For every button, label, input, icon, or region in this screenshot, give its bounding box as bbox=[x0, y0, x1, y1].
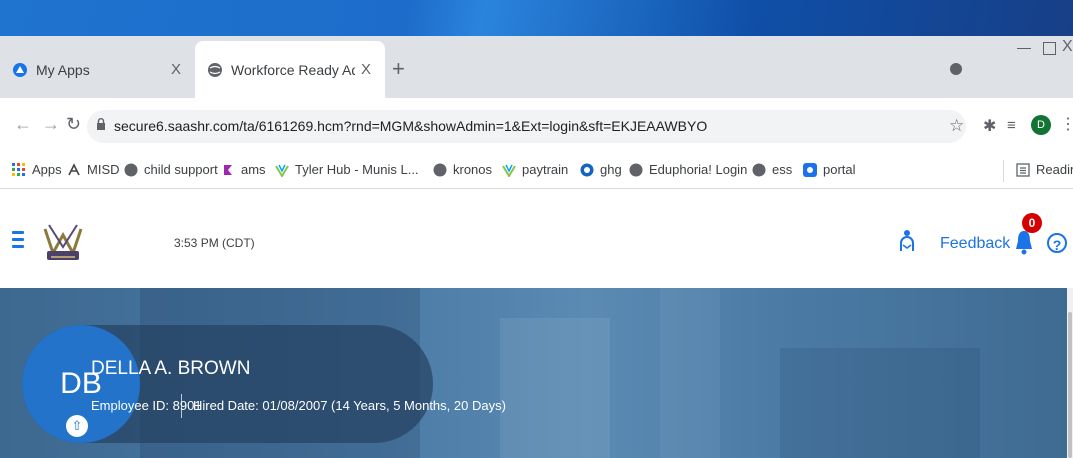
browser-menu-icon[interactable]: ⋮ bbox=[1060, 114, 1073, 134]
company-logo bbox=[43, 224, 83, 260]
bookmark-label: child support bbox=[144, 162, 218, 177]
bookmark-portal[interactable]: portal bbox=[803, 162, 856, 177]
tab-label: Workforce Ready Admin bbox=[231, 61, 355, 78]
bookmark-label: portal bbox=[823, 162, 856, 177]
bookmark-child-support[interactable]: child support bbox=[124, 162, 218, 177]
globe-icon bbox=[124, 163, 138, 176]
globe-icon bbox=[208, 62, 222, 77]
lock-icon[interactable] bbox=[96, 118, 106, 130]
bookmark-tyler-hub[interactable]: Tyler Hub - Munis L... bbox=[275, 162, 419, 177]
bookmark-label: Eduphoria! Login bbox=[649, 162, 748, 177]
current-time: 3:53 PM (CDT) bbox=[174, 236, 255, 250]
bookmark-label: paytrain bbox=[522, 162, 569, 177]
tab-search-icon[interactable] bbox=[950, 63, 962, 75]
tyler-icon bbox=[275, 164, 289, 177]
tab-label: My Apps bbox=[36, 61, 90, 78]
tyler-icon bbox=[502, 164, 516, 177]
bookmark-kronos[interactable]: kronos bbox=[433, 162, 492, 177]
bookmark-star-icon[interactable]: ☆ bbox=[949, 116, 964, 136]
extensions-icon[interactable]: ✱ bbox=[983, 116, 996, 136]
maximize-icon[interactable] bbox=[1043, 42, 1056, 55]
bookmarks-divider bbox=[1003, 160, 1004, 182]
window-close-icon[interactable]: X bbox=[1062, 38, 1073, 56]
apps-grid-icon bbox=[12, 162, 25, 176]
tab-close-icon[interactable]: X bbox=[165, 61, 187, 78]
tab-workforce-ready-admin[interactable]: Workforce Ready Admin X bbox=[195, 41, 385, 98]
tab-my-apps[interactable]: My Apps X bbox=[0, 41, 195, 98]
bookmark-label: Tyler Hub - Munis L... bbox=[295, 162, 419, 177]
hamburger-menu-icon[interactable] bbox=[12, 231, 24, 252]
employee-id: Employee ID: 8901 bbox=[91, 398, 202, 413]
upload-photo-icon[interactable]: ⇧ bbox=[66, 415, 88, 437]
window-accent-strip bbox=[0, 0, 1073, 36]
employee-name: DELLA A. BROWN bbox=[91, 358, 251, 379]
bookmark-ess[interactable]: ess bbox=[752, 162, 792, 177]
my-apps-icon bbox=[13, 62, 27, 77]
feedback-link[interactable]: Feedback bbox=[940, 235, 1010, 253]
portal-icon bbox=[803, 162, 817, 177]
bookmark-misd[interactable]: MISD bbox=[67, 162, 120, 177]
reading-list-button[interactable]: Reading list bbox=[1016, 162, 1073, 177]
globe-icon bbox=[752, 163, 766, 176]
misd-icon bbox=[68, 162, 80, 175]
reading-list-label: Reading list bbox=[1036, 162, 1073, 177]
bookmark-label: ess bbox=[772, 162, 793, 177]
forward-icon[interactable]: → bbox=[42, 114, 60, 135]
globe-icon bbox=[629, 163, 643, 176]
tab-close-icon[interactable]: X bbox=[355, 61, 377, 78]
bookmark-label: MISD bbox=[87, 162, 120, 177]
notification-count-badge: 0 bbox=[1022, 213, 1042, 233]
bookmark-ghg[interactable]: ghg bbox=[580, 162, 622, 177]
back-icon[interactable]: ← bbox=[14, 114, 32, 135]
new-tab-button[interactable]: + bbox=[392, 58, 405, 80]
bookmark-apps[interactable]: Apps bbox=[12, 162, 62, 177]
reload-icon[interactable]: ↻ bbox=[66, 114, 81, 135]
bookmark-eduphoria[interactable]: Eduphoria! Login bbox=[629, 162, 747, 177]
switch-role-icon[interactable] bbox=[899, 229, 915, 253]
reading-list-icon bbox=[1016, 162, 1030, 177]
ghg-icon bbox=[580, 163, 594, 176]
minimize-icon[interactable] bbox=[1017, 48, 1031, 49]
employee-info-divider bbox=[181, 394, 182, 418]
employee-hired-date: Hired Date: 01/08/2007 (14 Years, 5 Mont… bbox=[193, 398, 506, 413]
bookmark-label: ams bbox=[241, 162, 266, 177]
bookmark-ams[interactable]: ams bbox=[221, 162, 266, 177]
bookmark-label: ghg bbox=[600, 162, 622, 177]
bookmark-paytrain[interactable]: paytrain bbox=[502, 162, 568, 177]
globe-icon bbox=[433, 163, 447, 176]
media-queue-icon[interactable]: ≡ bbox=[1007, 117, 1016, 134]
scrollbar-thumb[interactable] bbox=[1068, 312, 1072, 458]
help-icon[interactable]: ? bbox=[1047, 233, 1067, 253]
profile-avatar[interactable]: D bbox=[1031, 115, 1051, 135]
bookmark-label: Apps bbox=[32, 162, 62, 177]
bookmark-label: kronos bbox=[453, 162, 493, 177]
ams-icon bbox=[224, 164, 232, 175]
url-text[interactable]: secure6.saashr.com/ta/6161269.hcm?rnd=MG… bbox=[114, 118, 707, 134]
